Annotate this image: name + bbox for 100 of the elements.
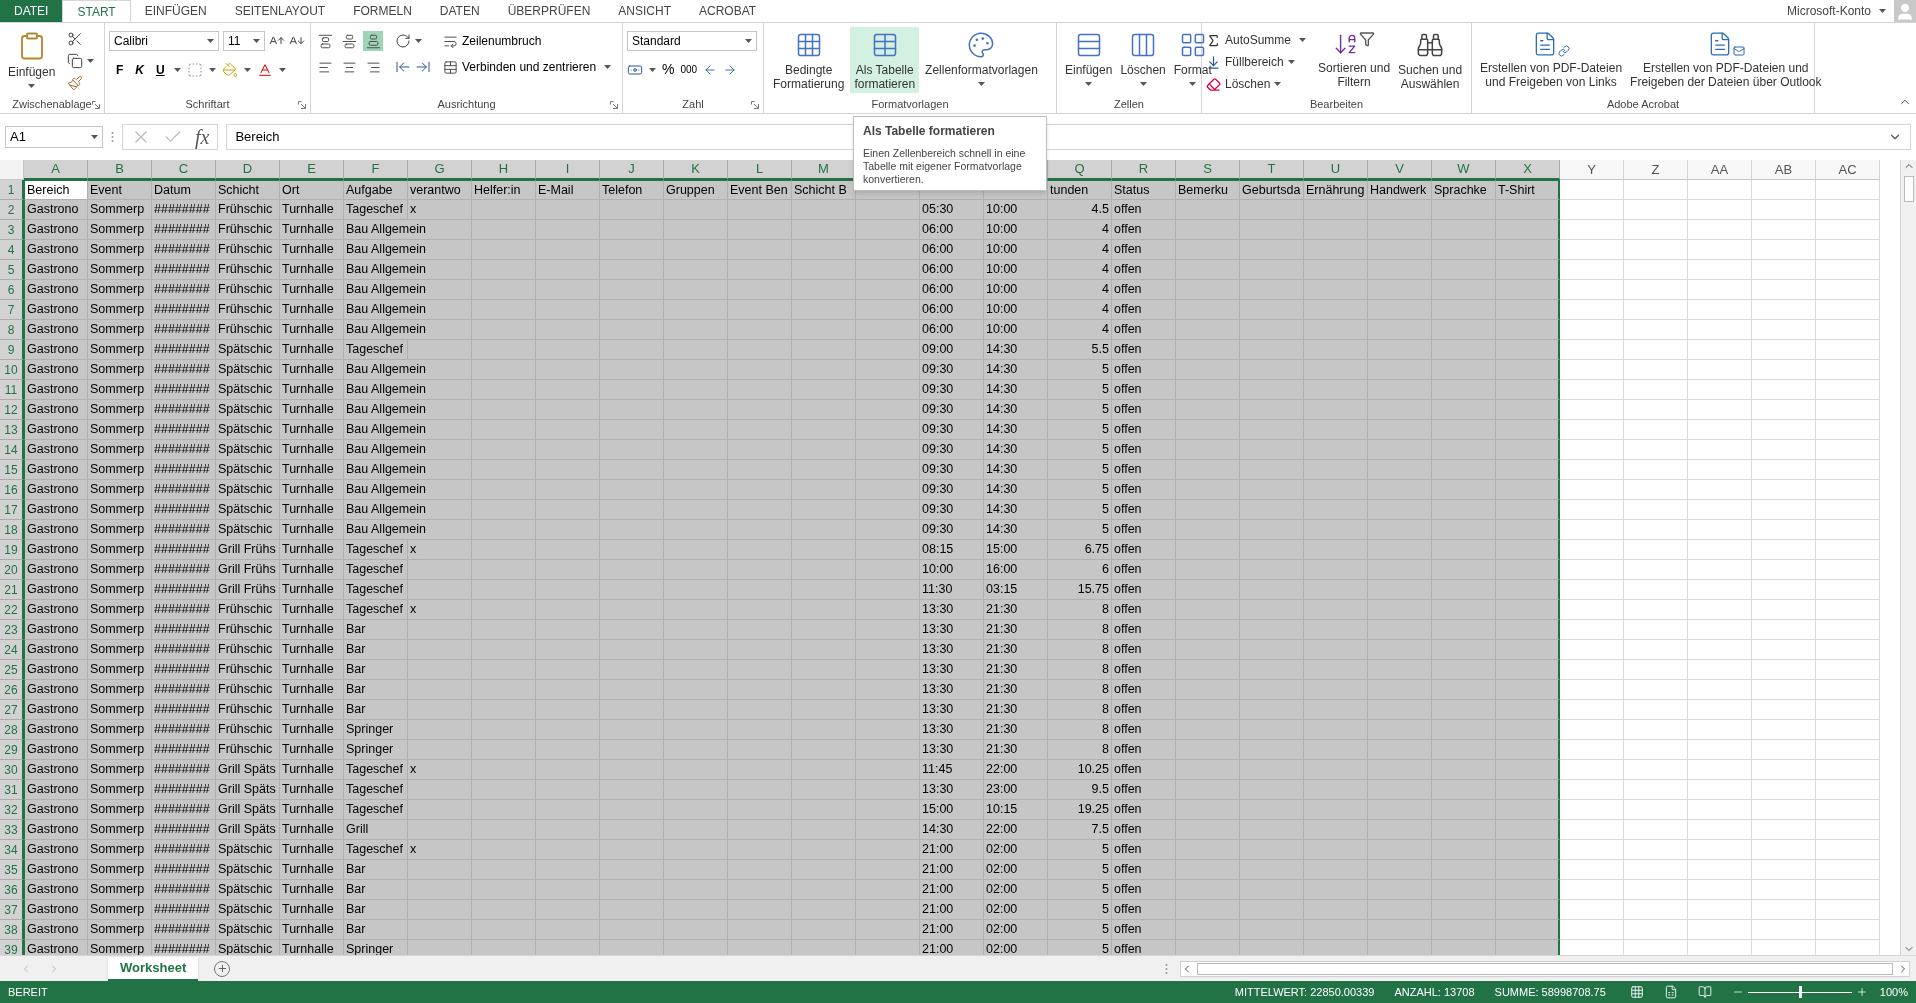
launcher-icon[interactable] <box>92 101 100 109</box>
zoom-slider[interactable] <box>1747 986 1852 998</box>
row-header[interactable]: 30 <box>0 760 24 780</box>
account-menu[interactable]: Microsoft-Konto <box>1778 0 1894 22</box>
column-header[interactable]: J <box>600 160 664 180</box>
ribbon-tab[interactable]: FORMELN <box>339 0 426 22</box>
column-header[interactable]: G <box>408 160 472 180</box>
row-header[interactable]: 6 <box>0 280 24 300</box>
row-header[interactable]: 19 <box>0 540 24 560</box>
row-header[interactable]: 16 <box>0 480 24 500</box>
ribbon-tab[interactable]: DATEN <box>425 0 494 22</box>
name-box[interactable]: A1 <box>5 126 103 148</box>
wrap-text-button[interactable]: Zeilenumbruch <box>443 31 612 51</box>
row-header[interactable]: 8 <box>0 320 24 340</box>
ribbon-tab[interactable]: SEITENLAYOUT <box>220 0 340 22</box>
row-header[interactable]: 39 <box>0 940 24 955</box>
row-header[interactable]: 29 <box>0 740 24 760</box>
launcher-icon[interactable] <box>610 101 618 109</box>
underline-button[interactable]: U <box>153 61 168 79</box>
row-header[interactable]: 36 <box>0 880 24 900</box>
column-header[interactable]: Z <box>1624 160 1688 180</box>
ribbon-button[interactable]: Suchen und Auswählen <box>1394 27 1467 93</box>
fill-color-icon[interactable] <box>221 62 238 78</box>
increase-indent-icon[interactable] <box>415 59 431 75</box>
thousands-button[interactable]: 000 <box>680 62 698 77</box>
column-header[interactable]: R <box>1112 160 1176 180</box>
launcher-icon[interactable] <box>751 101 759 109</box>
row-header[interactable]: 35 <box>0 860 24 880</box>
ribbon-tab[interactable]: ANSICHT <box>604 0 685 22</box>
row-header[interactable]: 25 <box>0 660 24 680</box>
row-header[interactable]: 17 <box>0 500 24 520</box>
ribbon-button[interactable]: Bedingte Formatierung <box>769 27 849 93</box>
row-header[interactable]: 7 <box>0 300 24 320</box>
ribbon-button[interactable]: Sortieren und Filtern <box>1314 27 1395 93</box>
column-header[interactable]: D <box>216 160 280 180</box>
column-header[interactable]: W <box>1432 160 1496 180</box>
italic-button[interactable]: K <box>132 61 147 79</box>
column-header[interactable]: I <box>536 160 600 180</box>
format-painter-icon[interactable] <box>67 75 84 91</box>
page-break-icon[interactable] <box>1697 985 1712 999</box>
font-size-field[interactable]: 11 <box>223 31 265 51</box>
ribbon-tab[interactable]: ÜBERPRÜFEN <box>493 0 605 22</box>
row-header[interactable]: 1 <box>0 180 24 200</box>
row-header[interactable]: 27 <box>0 700 24 720</box>
column-header[interactable]: Q <box>1048 160 1112 180</box>
row-header[interactable]: 33 <box>0 820 24 840</box>
copy-icon[interactable] <box>67 53 84 69</box>
column-header[interactable]: E <box>280 160 344 180</box>
column-header[interactable]: M <box>792 160 856 180</box>
row-header[interactable]: 28 <box>0 720 24 740</box>
font-color-icon[interactable] <box>256 62 273 78</box>
column-header[interactable]: V <box>1368 160 1432 180</box>
row-header[interactable]: 26 <box>0 680 24 700</box>
scrollbar-thumb[interactable] <box>1197 962 1893 975</box>
column-header[interactable]: AA <box>1688 160 1752 180</box>
ribbon-button[interactable]: Als Tabelle formatieren <box>850 27 920 93</box>
vertical-scrollbar[interactable] <box>1900 160 1916 955</box>
function-button[interactable]: fx <box>195 122 210 152</box>
row-header[interactable]: 13 <box>0 420 24 440</box>
row-header[interactable]: 21 <box>0 580 24 600</box>
decrease-decimal-icon[interactable] <box>723 62 738 77</box>
row-header[interactable]: 2 <box>0 200 24 220</box>
merge-center-button[interactable]: Verbinden und zentrieren <box>443 58 597 76</box>
launcher-icon[interactable] <box>298 101 306 109</box>
ribbon-button[interactable]: Löschen <box>1116 27 1170 93</box>
row-header[interactable]: 18 <box>0 520 24 540</box>
percent-button[interactable]: % <box>662 59 675 80</box>
row-header[interactable]: 3 <box>0 220 24 240</box>
row-header[interactable]: 38 <box>0 920 24 940</box>
column-header[interactable]: T <box>1240 160 1304 180</box>
align-bottom-icon[interactable] <box>363 31 383 51</box>
column-header[interactable]: F <box>344 160 408 180</box>
decrease-indent-icon[interactable] <box>395 59 411 75</box>
horizontal-scrollbar[interactable] <box>1180 960 1910 977</box>
row-header[interactable]: 4 <box>0 240 24 260</box>
ribbon-button[interactable]: Zellenformatvorlagen <box>921 27 1042 93</box>
rotate-icon[interactable] <box>395 33 411 49</box>
row-header[interactable]: 11 <box>0 380 24 400</box>
zoom-in-icon[interactable] <box>1855 986 1868 998</box>
file-tab[interactable]: DATEI <box>0 0 63 22</box>
column-header[interactable]: A <box>24 160 88 180</box>
ribbon-button[interactable]: Erstellen von PDF-Dateien und Freigeben von Links <box>1476 27 1627 93</box>
normal-view-icon[interactable] <box>1629 985 1644 999</box>
column-header[interactable]: S <box>1176 160 1240 180</box>
number-format-field[interactable]: Standard <box>627 31 757 51</box>
column-header[interactable]: AC <box>1816 160 1880 180</box>
row-header[interactable]: 23 <box>0 620 24 640</box>
row-header[interactable]: 9 <box>0 340 24 360</box>
ribbon-tab[interactable]: START <box>62 0 131 22</box>
ribbon-tab[interactable]: EINFÜGEN <box>130 0 221 22</box>
row-header[interactable]: 31 <box>0 780 24 800</box>
row-header[interactable]: 37 <box>0 900 24 920</box>
sheet-tab[interactable]: Worksheet <box>108 956 199 981</box>
column-header[interactable]: H <box>472 160 536 180</box>
ribbon-button[interactable]: Erstellen von PDF-Dateien und Freigeben der Dateien über Outlook <box>1626 27 1826 93</box>
column-header[interactable]: AB <box>1752 160 1816 180</box>
row-header[interactable]: 14 <box>0 440 24 460</box>
row-header[interactable]: 34 <box>0 840 24 860</box>
row-header[interactable]: 22 <box>0 600 24 620</box>
column-header[interactable]: Y <box>1560 160 1624 180</box>
